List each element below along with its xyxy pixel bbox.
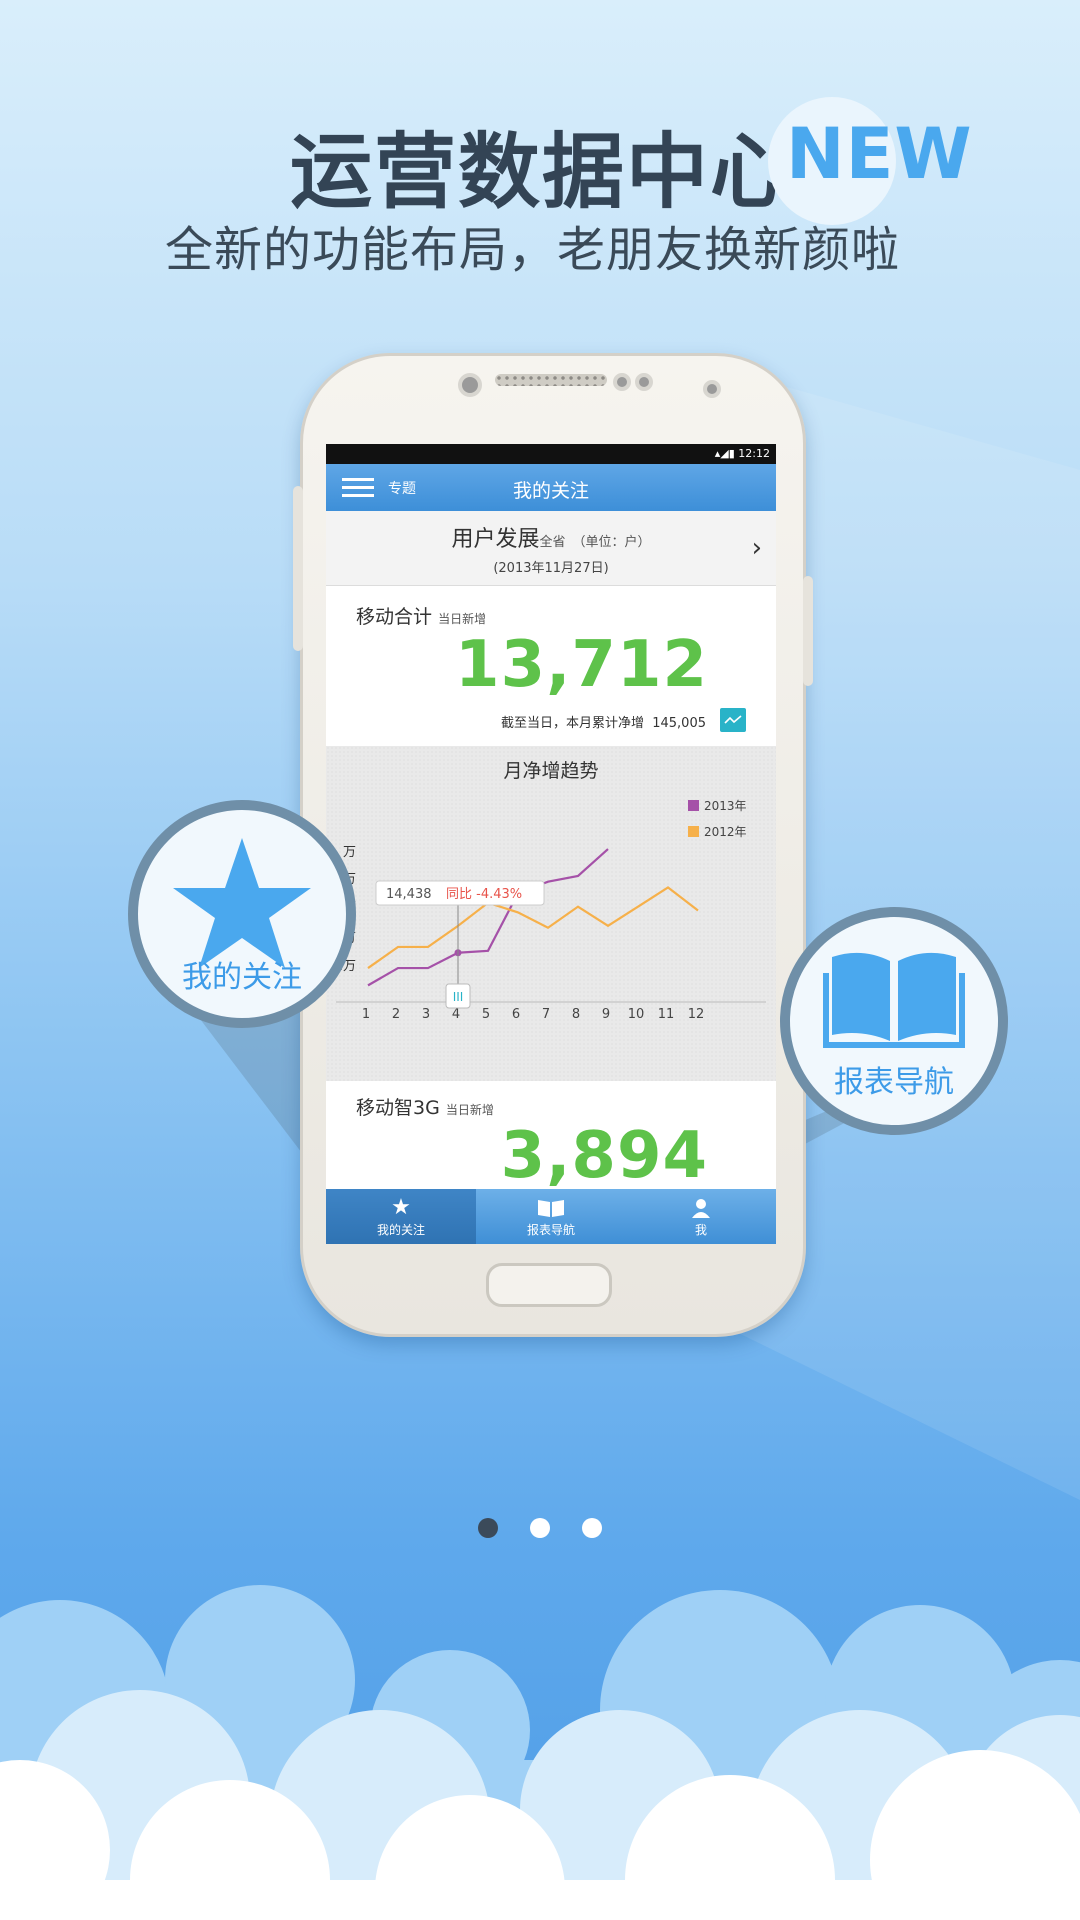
x-tick-label: 12 xyxy=(688,1007,705,1022)
sensor-icon xyxy=(613,373,631,391)
metric-label-row: 移动合计 当日新增 xyxy=(356,602,486,629)
tab-label: 我 xyxy=(694,1223,707,1237)
metric-sublabel: 当日新增 xyxy=(445,1103,494,1117)
metric-sublabel: 当日新增 xyxy=(438,612,487,626)
tab-me[interactable]: 我 xyxy=(626,1189,776,1244)
legend-label: 2013年 xyxy=(704,799,747,813)
x-tick-label: 9 xyxy=(602,1007,610,1022)
callout-report-nav: 报表导航 xyxy=(780,907,1008,1135)
app-bar: 专题 我的关注 xyxy=(326,464,776,511)
tooltip-compare: 同比 -4.43% xyxy=(446,887,522,902)
x-tick-label: 5 xyxy=(482,1007,490,1022)
wifi-signal-battery-icon: ▴◢▮ xyxy=(714,447,739,460)
tab-report-nav[interactable]: 报表导航 xyxy=(476,1189,626,1244)
x-tick-label: 7 xyxy=(542,1007,550,1022)
metric-label: 移动合计 xyxy=(356,606,433,628)
app-title: 我的关注 xyxy=(512,480,589,502)
legend-swatch xyxy=(688,800,699,811)
cumulative-value: 145,005 xyxy=(652,716,706,731)
chevron-right-icon[interactable]: › xyxy=(752,533,762,563)
front-camera-icon xyxy=(458,373,482,397)
metric-label: 移动智3G xyxy=(356,1097,440,1119)
bottom-tab-bar: ★ 我的关注 报表导航 我 xyxy=(326,1189,776,1244)
section-title-row: 用户发展全省 （单位：户） xyxy=(326,521,776,553)
status-bar: ▴◢▮ 12:12 xyxy=(326,444,776,464)
pager-dot[interactable] xyxy=(582,1518,602,1538)
section-title: 用户发展 xyxy=(451,527,540,552)
legend-label: 2012年 xyxy=(704,825,747,839)
pager-dot-active[interactable] xyxy=(478,1518,498,1538)
clouds-decoration xyxy=(0,1585,1080,1920)
x-tick-label: 8 xyxy=(572,1007,580,1022)
trend-chart-toggle[interactable] xyxy=(720,708,746,732)
tab-label: 报表导航 xyxy=(526,1223,575,1237)
status-time: 12:12 xyxy=(738,447,770,460)
x-tick-label: 1 xyxy=(362,1007,370,1022)
x-tick-label: 10 xyxy=(628,1007,645,1022)
user-icon xyxy=(626,1193,776,1223)
legend-swatch xyxy=(688,826,699,837)
section-unit: （单位：户） xyxy=(572,535,651,550)
metric-value: 3,894 xyxy=(500,1119,708,1193)
earpiece-speaker xyxy=(495,374,607,386)
phone-side-button-left xyxy=(293,486,303,651)
callout-label: 我的关注 xyxy=(182,960,302,995)
tooltip-value: 14,438 xyxy=(386,887,432,902)
cumulative-label: 截至当日，本月累计净增 xyxy=(500,716,644,731)
cumulative-row: 截至当日，本月累计净增 145,005 xyxy=(501,712,706,731)
slider-handle-grip-icon: III xyxy=(453,990,464,1004)
callout-my-follow: 我的关注 xyxy=(128,800,356,1028)
x-tick-label: 11 xyxy=(658,1007,675,1022)
section-scope: 全省 xyxy=(539,535,566,550)
x-tick-label: 6 xyxy=(512,1007,520,1022)
x-tick-label: 3 xyxy=(422,1007,430,1022)
phone-screen: ▴◢▮ 12:12 专题 我的关注 用户发展全省 （单位：户） (2013年11… xyxy=(326,444,776,1244)
book-icon xyxy=(476,1193,626,1223)
pager-dot[interactable] xyxy=(530,1518,550,1538)
tab-label: 我的关注 xyxy=(376,1223,425,1237)
star-icon: ★ xyxy=(391,1195,411,1220)
callout-label: 报表导航 xyxy=(834,1065,954,1100)
x-tick-label: 4 xyxy=(452,1007,460,1022)
section-date: (2013年11月27日) xyxy=(493,561,609,576)
metric-value: 13,712 xyxy=(455,628,708,702)
trend-chart-panel: 月净增趋势 1234567891011122万4万万万万2013年2012年14… xyxy=(326,746,776,1081)
sensor-icon xyxy=(635,373,653,391)
metric-card-mobile-total[interactable]: 移动合计 当日新增 13,712 截至当日，本月累计净增 145,005 xyxy=(326,586,776,746)
sensor-icon xyxy=(703,380,721,398)
metric-label-row: 移动智3G 当日新增 xyxy=(356,1093,494,1120)
phone-side-button-right xyxy=(803,576,813,686)
series-line xyxy=(367,848,609,987)
x-tick-label: 2 xyxy=(392,1007,400,1022)
home-button[interactable] xyxy=(486,1263,612,1307)
line-chart: 1234567891011122万4万万万万2013年2012年14,438同比… xyxy=(335,799,766,1022)
section-header[interactable]: 用户发展全省 （单位：户） (2013年11月27日) › xyxy=(326,511,776,586)
phone-mockup: ▴◢▮ 12:12 专题 我的关注 用户发展全省 （单位：户） (2013年11… xyxy=(293,353,813,1337)
trend-line-icon xyxy=(724,715,742,724)
tab-my-follow[interactable]: ★ 我的关注 xyxy=(326,1189,476,1244)
